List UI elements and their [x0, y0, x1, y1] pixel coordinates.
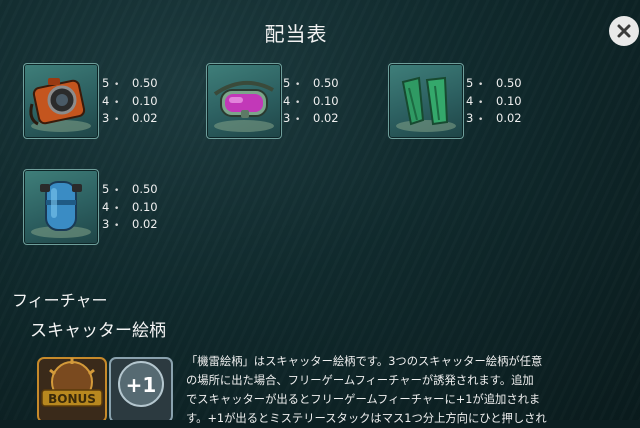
pay-count: 4	[466, 93, 474, 108]
close-button[interactable]	[609, 16, 639, 46]
pay-row: 3 • 0.02	[466, 111, 522, 129]
bonus-label: BONUS	[48, 392, 96, 406]
pay-count: 4	[283, 93, 291, 108]
pay-row: 3 • 0.02	[102, 217, 158, 235]
plus-one-label: +1	[126, 373, 157, 397]
camera-icon	[29, 78, 91, 132]
bullet: •	[295, 80, 301, 90]
description-line: でスキャッターが出るとフリーゲームフィーチャーに+1が追加されま	[186, 393, 541, 406]
pay-count: 3	[283, 111, 291, 125]
pay-row: 4 • 0.10	[283, 94, 339, 112]
description-line: す。+1が出るとミステリースタックはマス1つ分上方向にひと押しされ	[186, 412, 547, 425]
description-line: 「機雷絵柄」はスキャッター絵柄です。3つのスキャッター絵柄が任意	[186, 355, 543, 368]
pay-value: 0.50	[132, 182, 158, 196]
pay-value: 0.02	[132, 217, 158, 231]
bullet: •	[114, 97, 120, 108]
bullet: •	[114, 115, 120, 125]
scatter-description: 「機雷絵柄」はスキャッター絵柄です。3つのスキャッター絵柄が任意 の場所に出た場…	[186, 352, 562, 428]
bullet: •	[114, 186, 120, 196]
pay-count: 4	[102, 93, 110, 108]
header: 配当表	[0, 0, 640, 60]
symbol-tile-camera	[23, 63, 99, 139]
pay-value: 0.10	[132, 93, 158, 108]
features-heading: フィーチャー	[12, 291, 108, 310]
close-icon	[617, 24, 631, 38]
symbol-tile-tank	[23, 169, 99, 245]
fins-icon	[396, 76, 456, 132]
pay-count: 5	[102, 182, 110, 196]
pay-value: 0.10	[313, 93, 339, 108]
pay-value: 0.50	[132, 76, 158, 90]
scatter-symbol-image: BONUS +1	[36, 352, 176, 420]
pay-values-camera: 5 • 0.50 4 • 0.10 3 • 0.02	[102, 76, 158, 129]
pay-value: 0.10	[132, 199, 158, 214]
pay-row: 4 • 0.10	[466, 94, 522, 112]
pay-value: 0.02	[496, 111, 522, 125]
bullet: •	[478, 80, 484, 90]
pay-row: 3 • 0.02	[102, 111, 158, 129]
symbol-tile-fins	[388, 63, 464, 139]
pay-row: 3 • 0.02	[283, 111, 339, 129]
pay-count: 3	[102, 111, 110, 125]
pay-values-tank: 5 • 0.50 4 • 0.10 3 • 0.02	[102, 182, 158, 235]
bullet: •	[114, 80, 120, 90]
pay-count: 3	[102, 217, 110, 231]
bullet: •	[114, 203, 120, 214]
pay-value: 0.02	[132, 111, 158, 125]
pay-values-mask: 5 • 0.50 4 • 0.10 3 • 0.02	[283, 76, 339, 129]
pay-count: 4	[102, 199, 110, 214]
pay-row: 4 • 0.10	[102, 94, 158, 112]
bullet: •	[295, 97, 301, 108]
description-line: の場所に出た場合、フリーゲームフィーチャーが誘発されます。追加	[186, 374, 534, 387]
pay-value: 0.02	[313, 111, 339, 125]
bullet: •	[478, 115, 484, 125]
oxygen-tank-icon	[31, 181, 91, 238]
diving-mask-icon	[213, 80, 274, 132]
pay-value: 0.50	[496, 76, 522, 90]
pay-row: 5 • 0.50	[466, 76, 522, 94]
pay-value: 0.50	[313, 76, 339, 90]
pay-row: 5 • 0.50	[102, 76, 158, 94]
pay-row: 4 • 0.10	[102, 200, 158, 218]
sea-mine-icon: BONUS +1	[37, 357, 173, 420]
page-title: 配当表	[264, 22, 328, 46]
pay-value: 0.10	[496, 93, 522, 108]
pay-count: 3	[466, 111, 474, 125]
bullet: •	[478, 97, 484, 108]
pay-count: 5	[102, 76, 110, 90]
pay-count: 5	[466, 76, 474, 90]
bullet: •	[295, 115, 301, 125]
pay-row: 5 • 0.50	[283, 76, 339, 94]
pay-row: 5 • 0.50	[102, 182, 158, 200]
pay-count: 5	[283, 76, 291, 90]
scatter-heading: スキャッター絵柄	[30, 321, 166, 341]
bullet: •	[114, 221, 120, 231]
symbol-tile-mask	[206, 63, 282, 139]
pay-values-fins: 5 • 0.50 4 • 0.10 3 • 0.02	[466, 76, 522, 129]
